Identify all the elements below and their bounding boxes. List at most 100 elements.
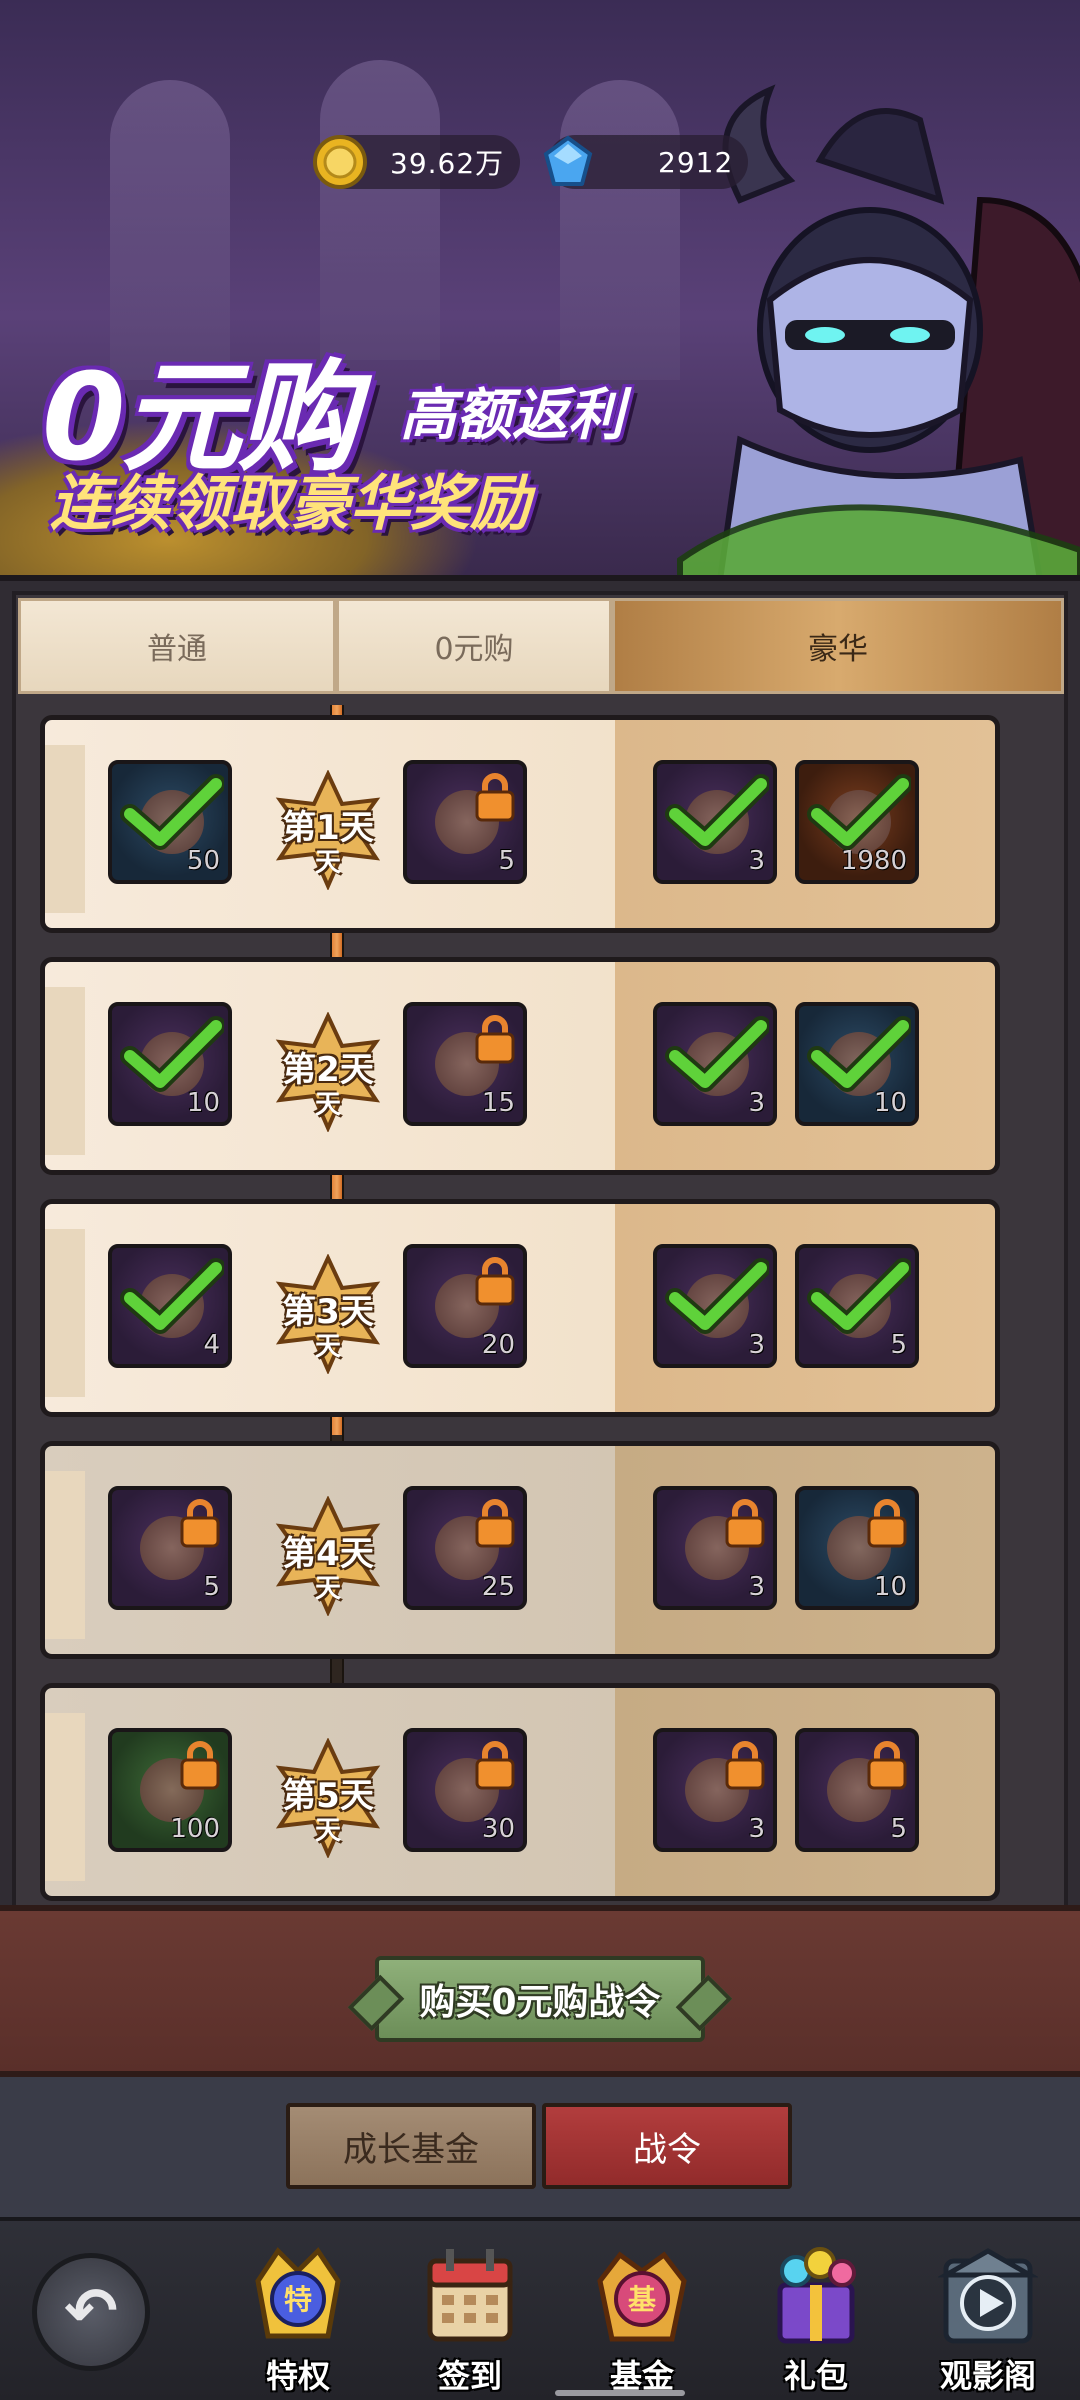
nav-checkin-label: 签到 [437,2357,502,2395]
lock-icon [867,1499,907,1548]
reward-item[interactable]: 3 [653,1002,777,1126]
reward-item[interactable]: 5 [795,1728,919,1852]
gold-amount: 39.62万 [390,147,505,180]
reward-quantity: 5 [890,1814,907,1844]
privilege-icon-text: 特 [284,2283,312,2316]
claimed-check-icon [665,774,769,850]
lock-icon [867,1741,907,1790]
day-badge: 第4天天 [268,1496,388,1616]
buy-bar: 购买0元购战令 [0,1905,1080,2077]
claimed-check-icon [120,1258,224,1334]
banner-subtitle: 高额返利 [400,383,624,448]
reward-quantity: 10 [873,1572,907,1602]
nav-gift-label: 礼包 [783,2357,848,2395]
lock-icon [725,1741,765,1790]
lock-icon [475,1499,515,1548]
reward-item[interactable]: 3 [653,1244,777,1368]
reward-item[interactable]: 5 [795,1244,919,1368]
claimed-check-icon [807,1016,911,1092]
reward-item[interactable]: 4 [108,1244,232,1368]
reward-item[interactable]: 15 [403,1002,527,1126]
reward-item[interactable]: 50 [108,760,232,884]
reward-quantity: 20 [481,1330,515,1360]
reward-item[interactable]: 20 [403,1244,527,1368]
reward-item[interactable]: 25 [403,1486,527,1610]
back-arrow-icon: ↶ [64,2275,118,2349]
reward-item[interactable]: 1980 [795,760,919,884]
lock-icon [725,1499,765,1548]
nav-privilege-label: 特权 [265,2357,330,2395]
buy-battle-pass-button[interactable]: 购买0元购战令 [375,1956,705,2042]
claimed-check-icon [665,1258,769,1334]
claimed-check-icon [807,1258,911,1334]
day-sub-label: 天 [314,1090,341,1120]
lock-icon [475,773,515,822]
nav-checkin[interactable]: 签到 [400,2241,540,2400]
fund-subtabs: 成长基金 战令 [0,2077,1080,2217]
reward-item[interactable]: 10 [795,1002,919,1126]
claimed-check-icon [120,774,224,850]
reward-row-day-2: 10 15 3 10 第2天天 [20,957,1020,1175]
tab-battle-pass[interactable]: 战令 [542,2103,792,2189]
reward-row-day-3: 4 20 3 5 第3天天 [20,1199,1020,1417]
fund-icon-text: 基 [628,2283,656,2316]
day-badge: 第1天天 [268,770,388,890]
privilege-crest-icon: 特 [255,2247,341,2339]
claimed-check-icon [665,1016,769,1092]
nav-theater[interactable]: 观影阁 [918,2241,1058,2400]
lock-icon [475,1741,515,1790]
lock-icon [475,1015,515,1064]
tab-normal[interactable]: 普通 [18,598,336,694]
nav-fund[interactable]: 基 基金 [572,2241,712,2400]
reward-quantity: 100 [170,1814,220,1844]
gift-box-icon [777,2247,856,2344]
lock-icon [475,1257,515,1306]
nav-gift[interactable]: 礼包 [746,2241,886,2400]
lock-icon [180,1741,220,1790]
reward-item[interactable]: 100 [108,1728,232,1852]
tab-luxury[interactable]: 豪华 [612,598,1064,694]
reward-row-day-4: 5 25 3 10 第4天天 [20,1441,1020,1659]
reward-item[interactable]: 3 [653,1728,777,1852]
reward-quantity: 5 [203,1572,220,1602]
reward-item[interactable]: 3 [653,760,777,884]
theater-play-icon [938,2248,1038,2344]
reward-item[interactable]: 10 [108,1002,232,1126]
reward-item[interactable]: 10 [795,1486,919,1610]
banner-tagline: 连续领取豪华奖励 [50,469,530,539]
claimed-check-icon [807,774,911,850]
background-arch [320,60,440,360]
back-button[interactable]: ↶ [32,2253,150,2371]
home-indicator [555,2390,685,2396]
reward-quantity: 3 [748,1814,765,1844]
gold-counter: 39.62万 [313,135,520,189]
tier-tabs: 普通 0元购 豪华 [18,598,1064,694]
reward-row-day-5: 100 30 3 5 第5天天 [20,1683,1020,1901]
bottom-navigation: ↶ 特 特权 签到 基 基金 礼包 观影阁 [0,2217,1080,2400]
day-sub-label: 天 [314,1332,341,1362]
nav-privilege[interactable]: 特 特权 [228,2241,368,2400]
gem-amount: 2912 [658,145,734,179]
tab-zero-yuan[interactable]: 0元购 [336,598,612,694]
day-badge: 第2天天 [268,1012,388,1132]
day-badge: 第5天天 [268,1738,388,1858]
lock-icon [180,1499,220,1548]
reward-item[interactable]: 3 [653,1486,777,1610]
nav-theater-label: 观影阁 [939,2357,1036,2395]
reward-item[interactable]: 30 [403,1728,527,1852]
day-sub-label: 天 [314,1574,341,1604]
gold-coin-icon [313,135,367,189]
day-sub-label: 天 [314,848,341,878]
reward-quantity: 5 [498,846,515,876]
fund-crest-icon: 基 [597,2251,687,2342]
day-sub-label: 天 [314,1816,341,1846]
claimed-check-icon [120,1016,224,1092]
tab-growth-fund[interactable]: 成长基金 [286,2103,536,2189]
reward-quantity: 15 [481,1088,515,1118]
reward-item[interactable]: 5 [108,1486,232,1610]
calendar-icon [427,2249,513,2342]
day-badge: 第3天天 [268,1254,388,1374]
reward-item[interactable]: 5 [403,760,527,884]
reward-quantity: 3 [748,1572,765,1602]
reward-quantity: 25 [481,1572,515,1602]
